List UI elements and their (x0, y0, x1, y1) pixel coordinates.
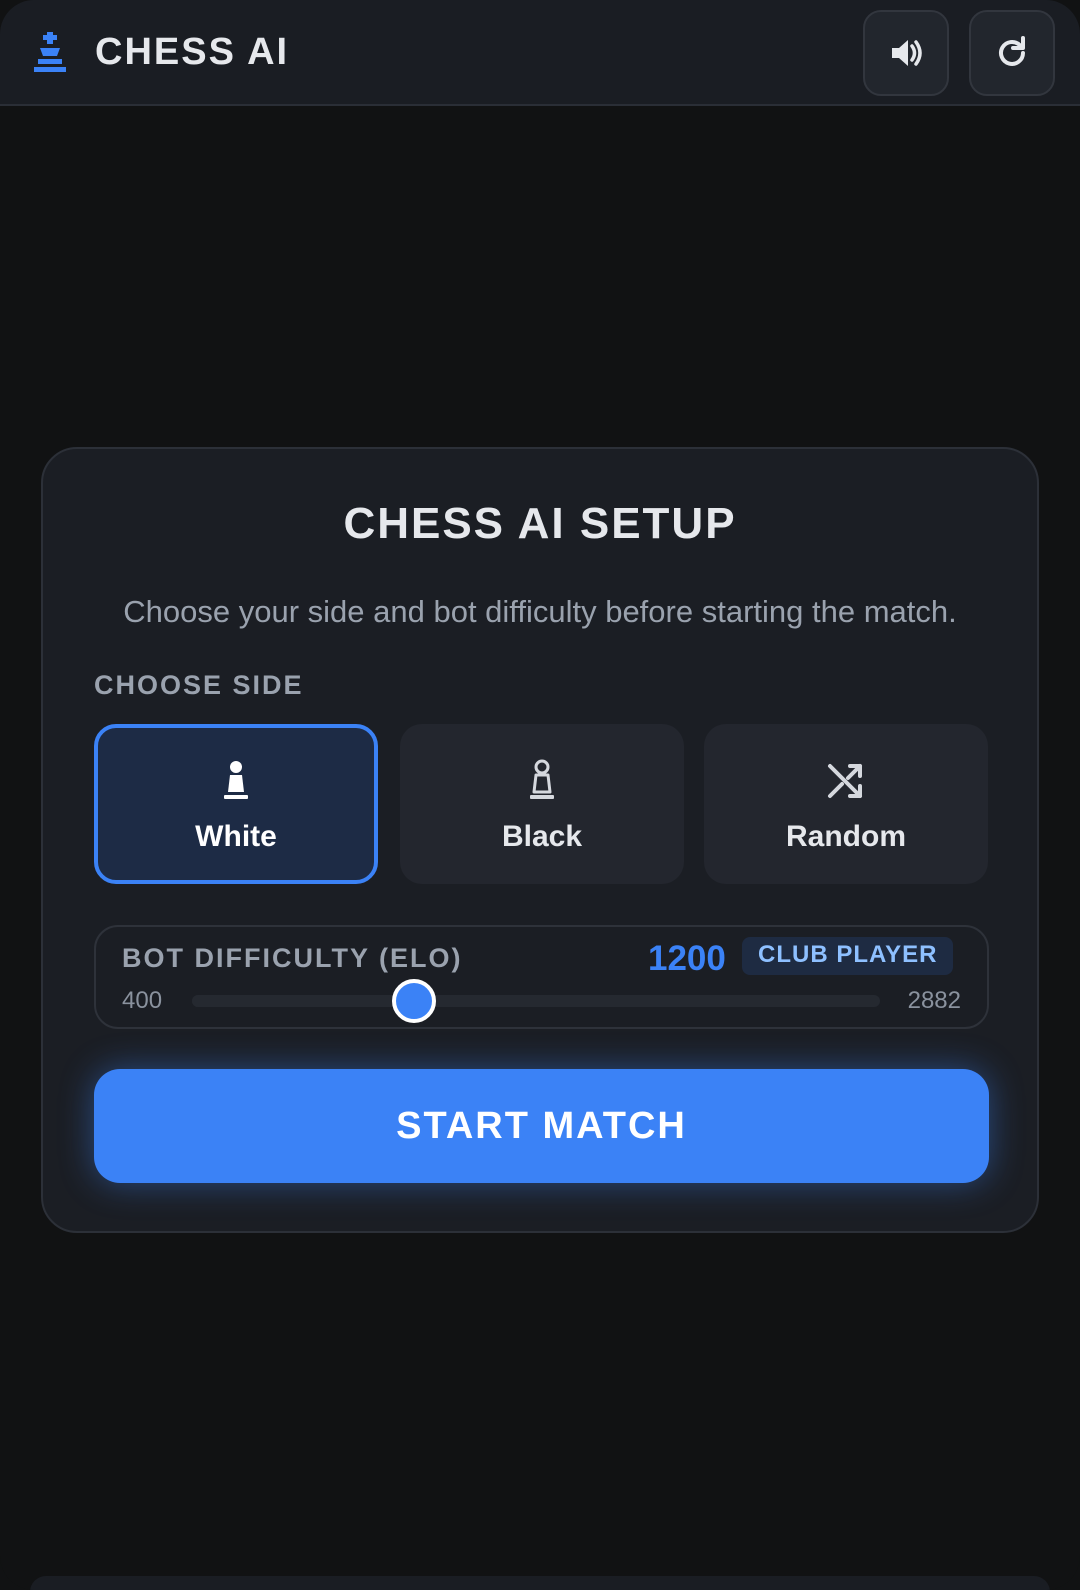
side-option-white[interactable]: White (94, 724, 378, 884)
slider-thumb[interactable] (391, 979, 436, 1023)
side-label-black: Black (501, 820, 583, 853)
side-label-white: White (195, 820, 277, 853)
refresh-icon (999, 36, 1025, 66)
difficulty-min: 400 (122, 987, 163, 1014)
difficulty-label: BOT DIFFICULTY (ELO) (122, 943, 463, 973)
slider-fill (192, 995, 414, 1007)
difficulty-max: 2882 (907, 987, 961, 1014)
start-match-button[interactable]: START MATCH (94, 1069, 989, 1183)
white-pawn-icon (224, 761, 248, 799)
setup-subtitle: Choose your side and bot difficulty befo… (123, 594, 957, 629)
difficulty-value: 1200 (648, 939, 726, 978)
speaker-icon (892, 40, 922, 66)
difficulty-level-badge: CLUB PLAYER (742, 937, 954, 975)
top-bar: CHESS AI (0, 0, 1080, 106)
shuffle-icon (828, 764, 862, 798)
app-title: CHESS AI (95, 31, 290, 73)
bottom-sheet-edge (30, 1576, 1050, 1590)
side-label-random: Random (786, 820, 906, 853)
setup-title: CHESS AI SETUP (343, 499, 737, 548)
difficulty-panel: BOT DIFFICULTY (ELO) 1200 CLUB PLAYER 40… (94, 925, 989, 1029)
side-option-black[interactable]: Black (400, 724, 684, 884)
choose-side-label: CHOOSE SIDE (94, 670, 304, 700)
setup-card: CHESS AI SETUP Choose your side and bot … (41, 447, 1039, 1233)
app-screen: CHESS AI CHESS AI SETUP Choose your side… (0, 0, 1080, 1590)
difficulty-slider[interactable] (192, 979, 880, 1023)
black-pawn-icon (530, 759, 554, 799)
side-option-random[interactable]: Random (704, 724, 988, 884)
reset-button[interactable] (969, 10, 1055, 96)
chess-king-icon (34, 32, 66, 72)
sound-button[interactable] (863, 10, 949, 96)
